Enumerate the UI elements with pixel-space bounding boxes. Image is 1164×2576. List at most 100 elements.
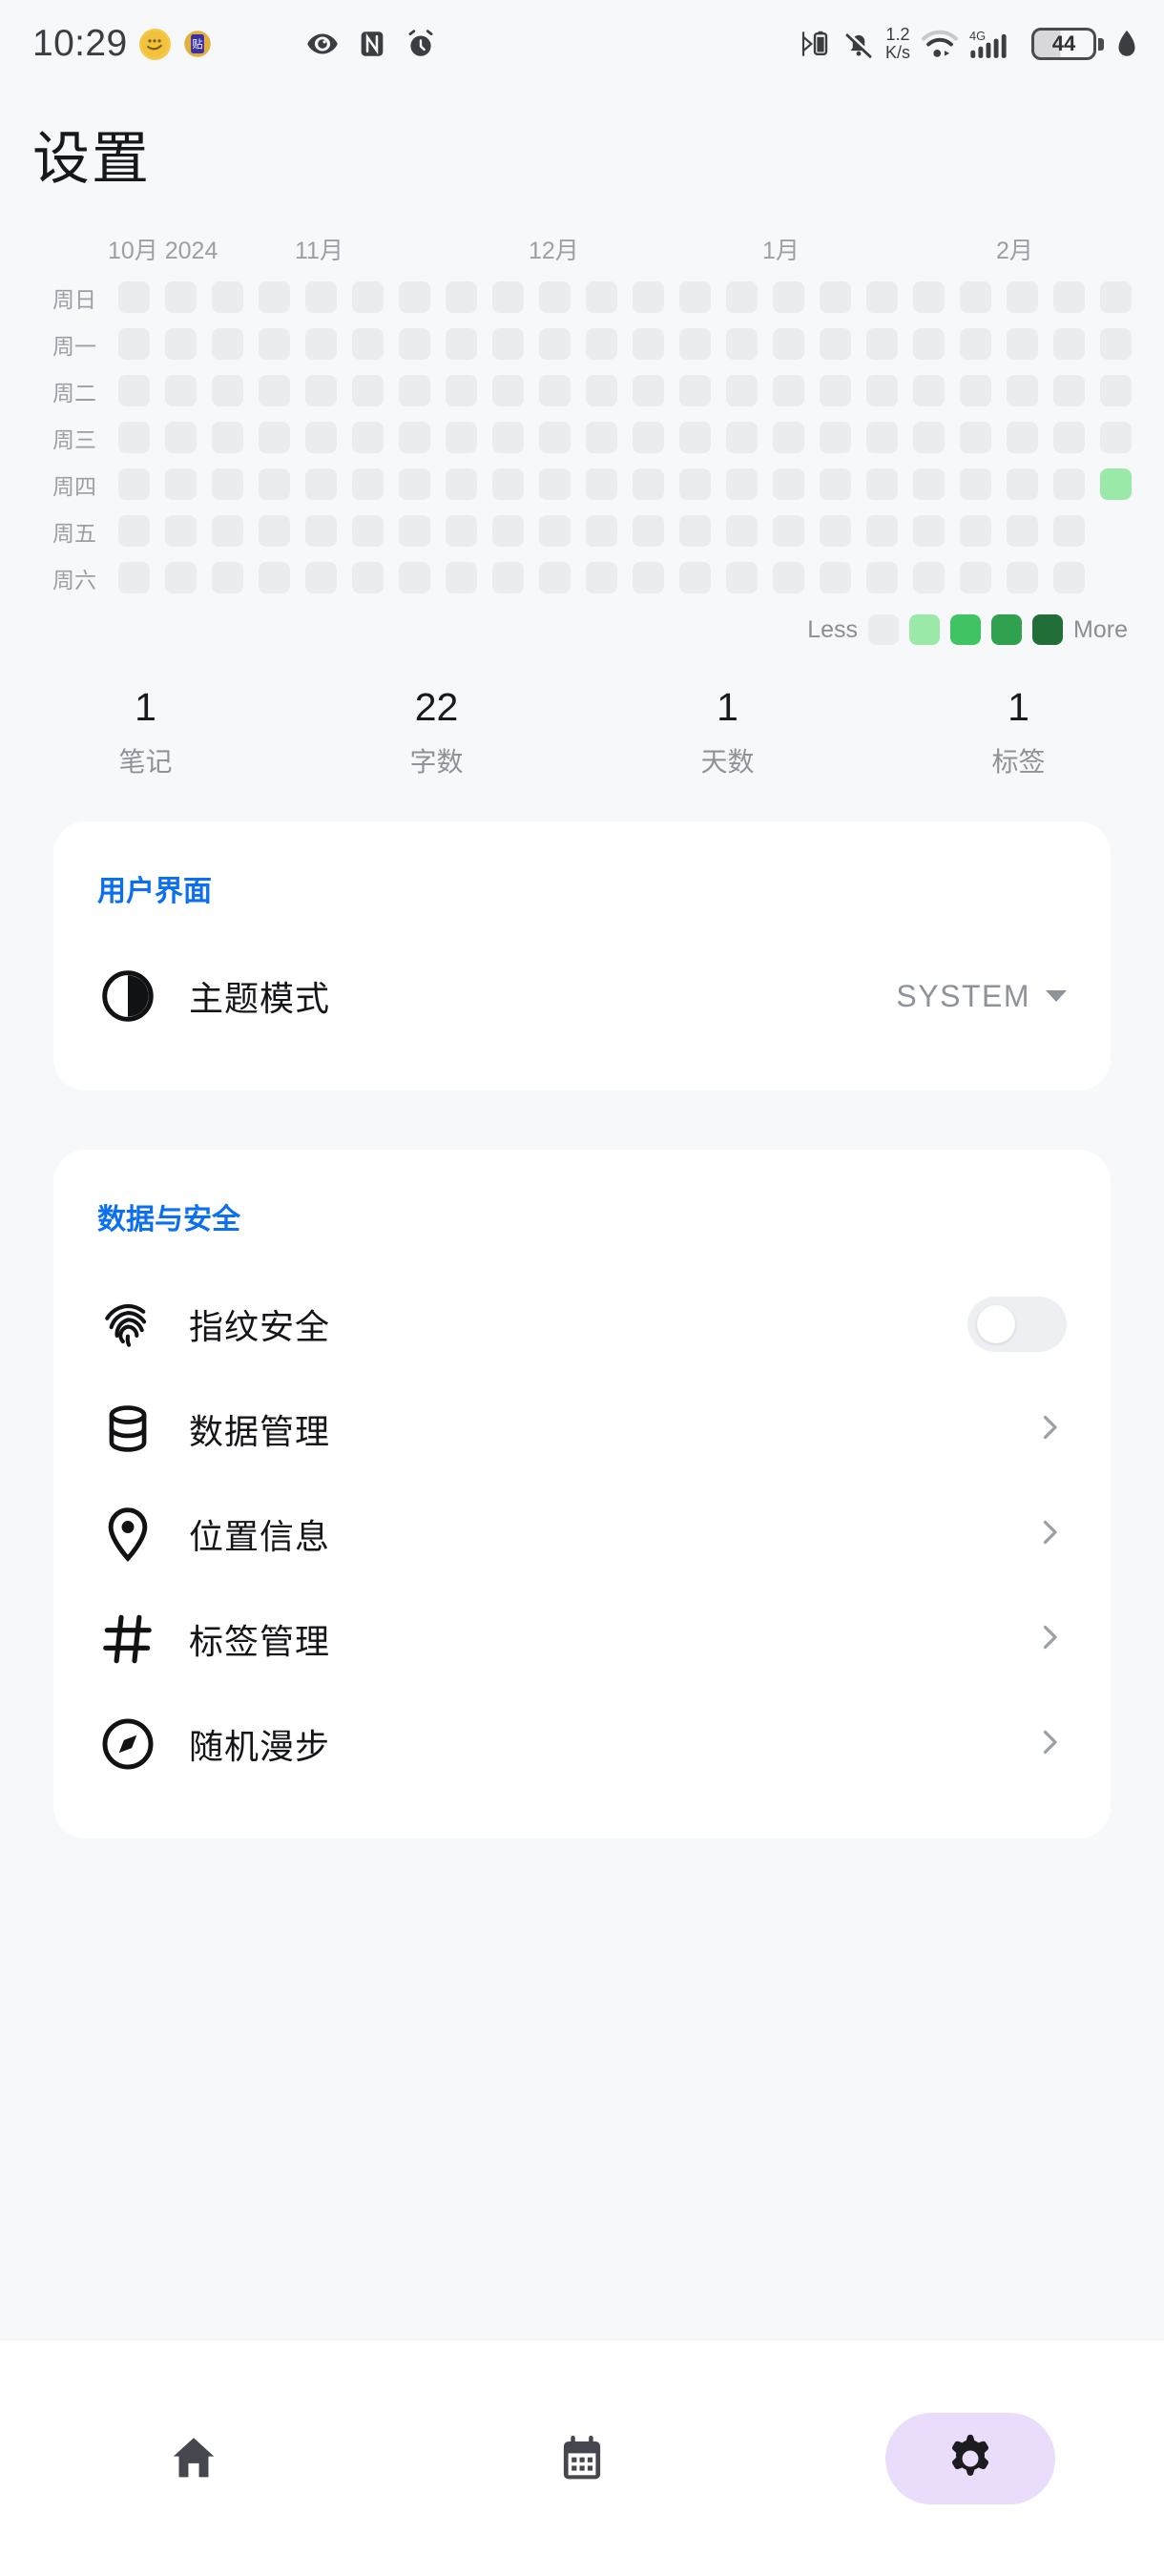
heatmap-cell[interactable] [446, 515, 477, 547]
nav-item-home[interactable] [0, 2340, 388, 2576]
heatmap-cell[interactable] [446, 375, 477, 406]
heatmap-cell[interactable] [960, 375, 991, 406]
chevron-right-icon[interactable] [1032, 1515, 1067, 1554]
heatmap-cell[interactable] [726, 422, 758, 453]
heatmap-cell[interactable] [118, 562, 150, 593]
heatmap-cell[interactable] [679, 468, 711, 500]
heatmap-cell[interactable] [352, 281, 384, 313]
heatmap-cell[interactable] [1053, 422, 1085, 453]
heatmap-cell[interactable] [820, 515, 851, 547]
heatmap-cell[interactable] [679, 422, 711, 453]
heatmap-cell[interactable] [1053, 328, 1085, 360]
heatmap-cell[interactable] [679, 515, 711, 547]
heatmap-cell[interactable] [1100, 562, 1132, 593]
heatmap-cell[interactable] [212, 468, 243, 500]
heatmap-cell[interactable] [726, 562, 758, 593]
nav-calendar-pill[interactable] [497, 2413, 667, 2504]
heatmap-cell[interactable] [492, 281, 524, 313]
heatmap-cell[interactable] [1100, 422, 1132, 453]
heatmap-cell[interactable] [118, 468, 150, 500]
heatmap-cell[interactable] [259, 422, 290, 453]
heatmap-cell[interactable] [539, 281, 571, 313]
nav-home-pill[interactable] [109, 2413, 279, 2504]
chevron-right-icon[interactable] [1032, 1410, 1067, 1449]
heatmap-cell[interactable] [773, 468, 804, 500]
heatmap-cell[interactable] [960, 468, 991, 500]
heatmap-cell[interactable] [1007, 515, 1038, 547]
heatmap-cell[interactable] [679, 375, 711, 406]
settings-row-control[interactable] [967, 1297, 1067, 1353]
heatmap-cell[interactable] [1053, 468, 1085, 500]
heatmap-cell[interactable] [679, 281, 711, 313]
heatmap-cell[interactable] [1007, 562, 1038, 593]
heatmap-cell[interactable] [492, 468, 524, 500]
heatmap-cell[interactable] [586, 422, 617, 453]
heatmap-cell[interactable] [866, 468, 898, 500]
heatmap-cell[interactable] [118, 375, 150, 406]
heatmap-cell[interactable] [820, 328, 851, 360]
heatmap-cell[interactable] [773, 422, 804, 453]
heatmap-cell[interactable] [165, 281, 197, 313]
heatmap-cell[interactable] [259, 328, 290, 360]
heatmap-cell[interactable] [820, 422, 851, 453]
heatmap-cell[interactable] [305, 281, 337, 313]
chevron-right-icon[interactable] [1032, 1725, 1067, 1764]
heatmap-cell[interactable] [913, 328, 945, 360]
heatmap-cell[interactable] [259, 281, 290, 313]
settings-row-compass[interactable]: 随机漫步 [90, 1692, 1074, 1797]
heatmap-cell[interactable] [539, 375, 571, 406]
heatmap-cell[interactable] [165, 328, 197, 360]
heatmap-cell[interactable] [866, 562, 898, 593]
heatmap-cell[interactable] [212, 328, 243, 360]
heatmap-cell[interactable] [399, 562, 430, 593]
heatmap-cell[interactable] [820, 375, 851, 406]
heatmap-cell[interactable] [212, 562, 243, 593]
heatmap-cell[interactable] [960, 281, 991, 313]
heatmap-cell[interactable] [212, 422, 243, 453]
heatmap-cell[interactable] [773, 375, 804, 406]
heatmap-cell[interactable] [586, 515, 617, 547]
heatmap-cell[interactable] [492, 562, 524, 593]
heatmap-cell[interactable] [913, 562, 945, 593]
heatmap-cell[interactable] [960, 562, 991, 593]
heatmap-cell[interactable] [1053, 375, 1085, 406]
settings-row-control[interactable]: SYSTEM [896, 979, 1067, 1014]
nav-item-calendar[interactable] [388, 2340, 777, 2576]
heatmap-cell[interactable] [539, 515, 571, 547]
heatmap-cell[interactable] [866, 281, 898, 313]
heatmap-cell[interactable] [773, 328, 804, 360]
settings-row-control[interactable] [1032, 1515, 1067, 1554]
heatmap-cell[interactable] [960, 422, 991, 453]
heatmap-cell[interactable] [726, 375, 758, 406]
heatmap-cell[interactable] [1053, 281, 1085, 313]
heatmap-cell[interactable] [633, 281, 664, 313]
heatmap-cell[interactable] [399, 375, 430, 406]
heatmap-cell[interactable] [866, 515, 898, 547]
nav-item-settings[interactable] [776, 2340, 1164, 2576]
heatmap-cell[interactable] [259, 375, 290, 406]
settings-row-control[interactable] [1032, 1410, 1067, 1449]
heatmap-cell[interactable] [586, 562, 617, 593]
heatmap-cell[interactable] [633, 468, 664, 500]
heatmap-cell[interactable] [679, 328, 711, 360]
heatmap-cell[interactable] [399, 422, 430, 453]
heatmap-cell[interactable] [820, 281, 851, 313]
heatmap-cell[interactable] [165, 422, 197, 453]
heatmap-cell[interactable] [1100, 468, 1132, 500]
heatmap-grid[interactable] [108, 274, 1164, 601]
heatmap-cell[interactable] [492, 375, 524, 406]
heatmap-cell[interactable] [586, 375, 617, 406]
heatmap-cell[interactable] [352, 468, 384, 500]
settings-row-hash[interactable]: 标签管理 [90, 1587, 1074, 1692]
fingerprint-toggle[interactable] [967, 1297, 1067, 1353]
heatmap-cell[interactable] [399, 515, 430, 547]
heatmap-cell[interactable] [1007, 328, 1038, 360]
heatmap-cell[interactable] [212, 281, 243, 313]
heatmap-cell[interactable] [586, 328, 617, 360]
heatmap-cell[interactable] [165, 562, 197, 593]
settings-row-database[interactable]: 数据管理 [90, 1377, 1074, 1482]
heatmap-cell[interactable] [1007, 281, 1038, 313]
heatmap-cell[interactable] [633, 515, 664, 547]
chevron-down-icon[interactable] [1046, 990, 1067, 1003]
heatmap-cell[interactable] [913, 422, 945, 453]
